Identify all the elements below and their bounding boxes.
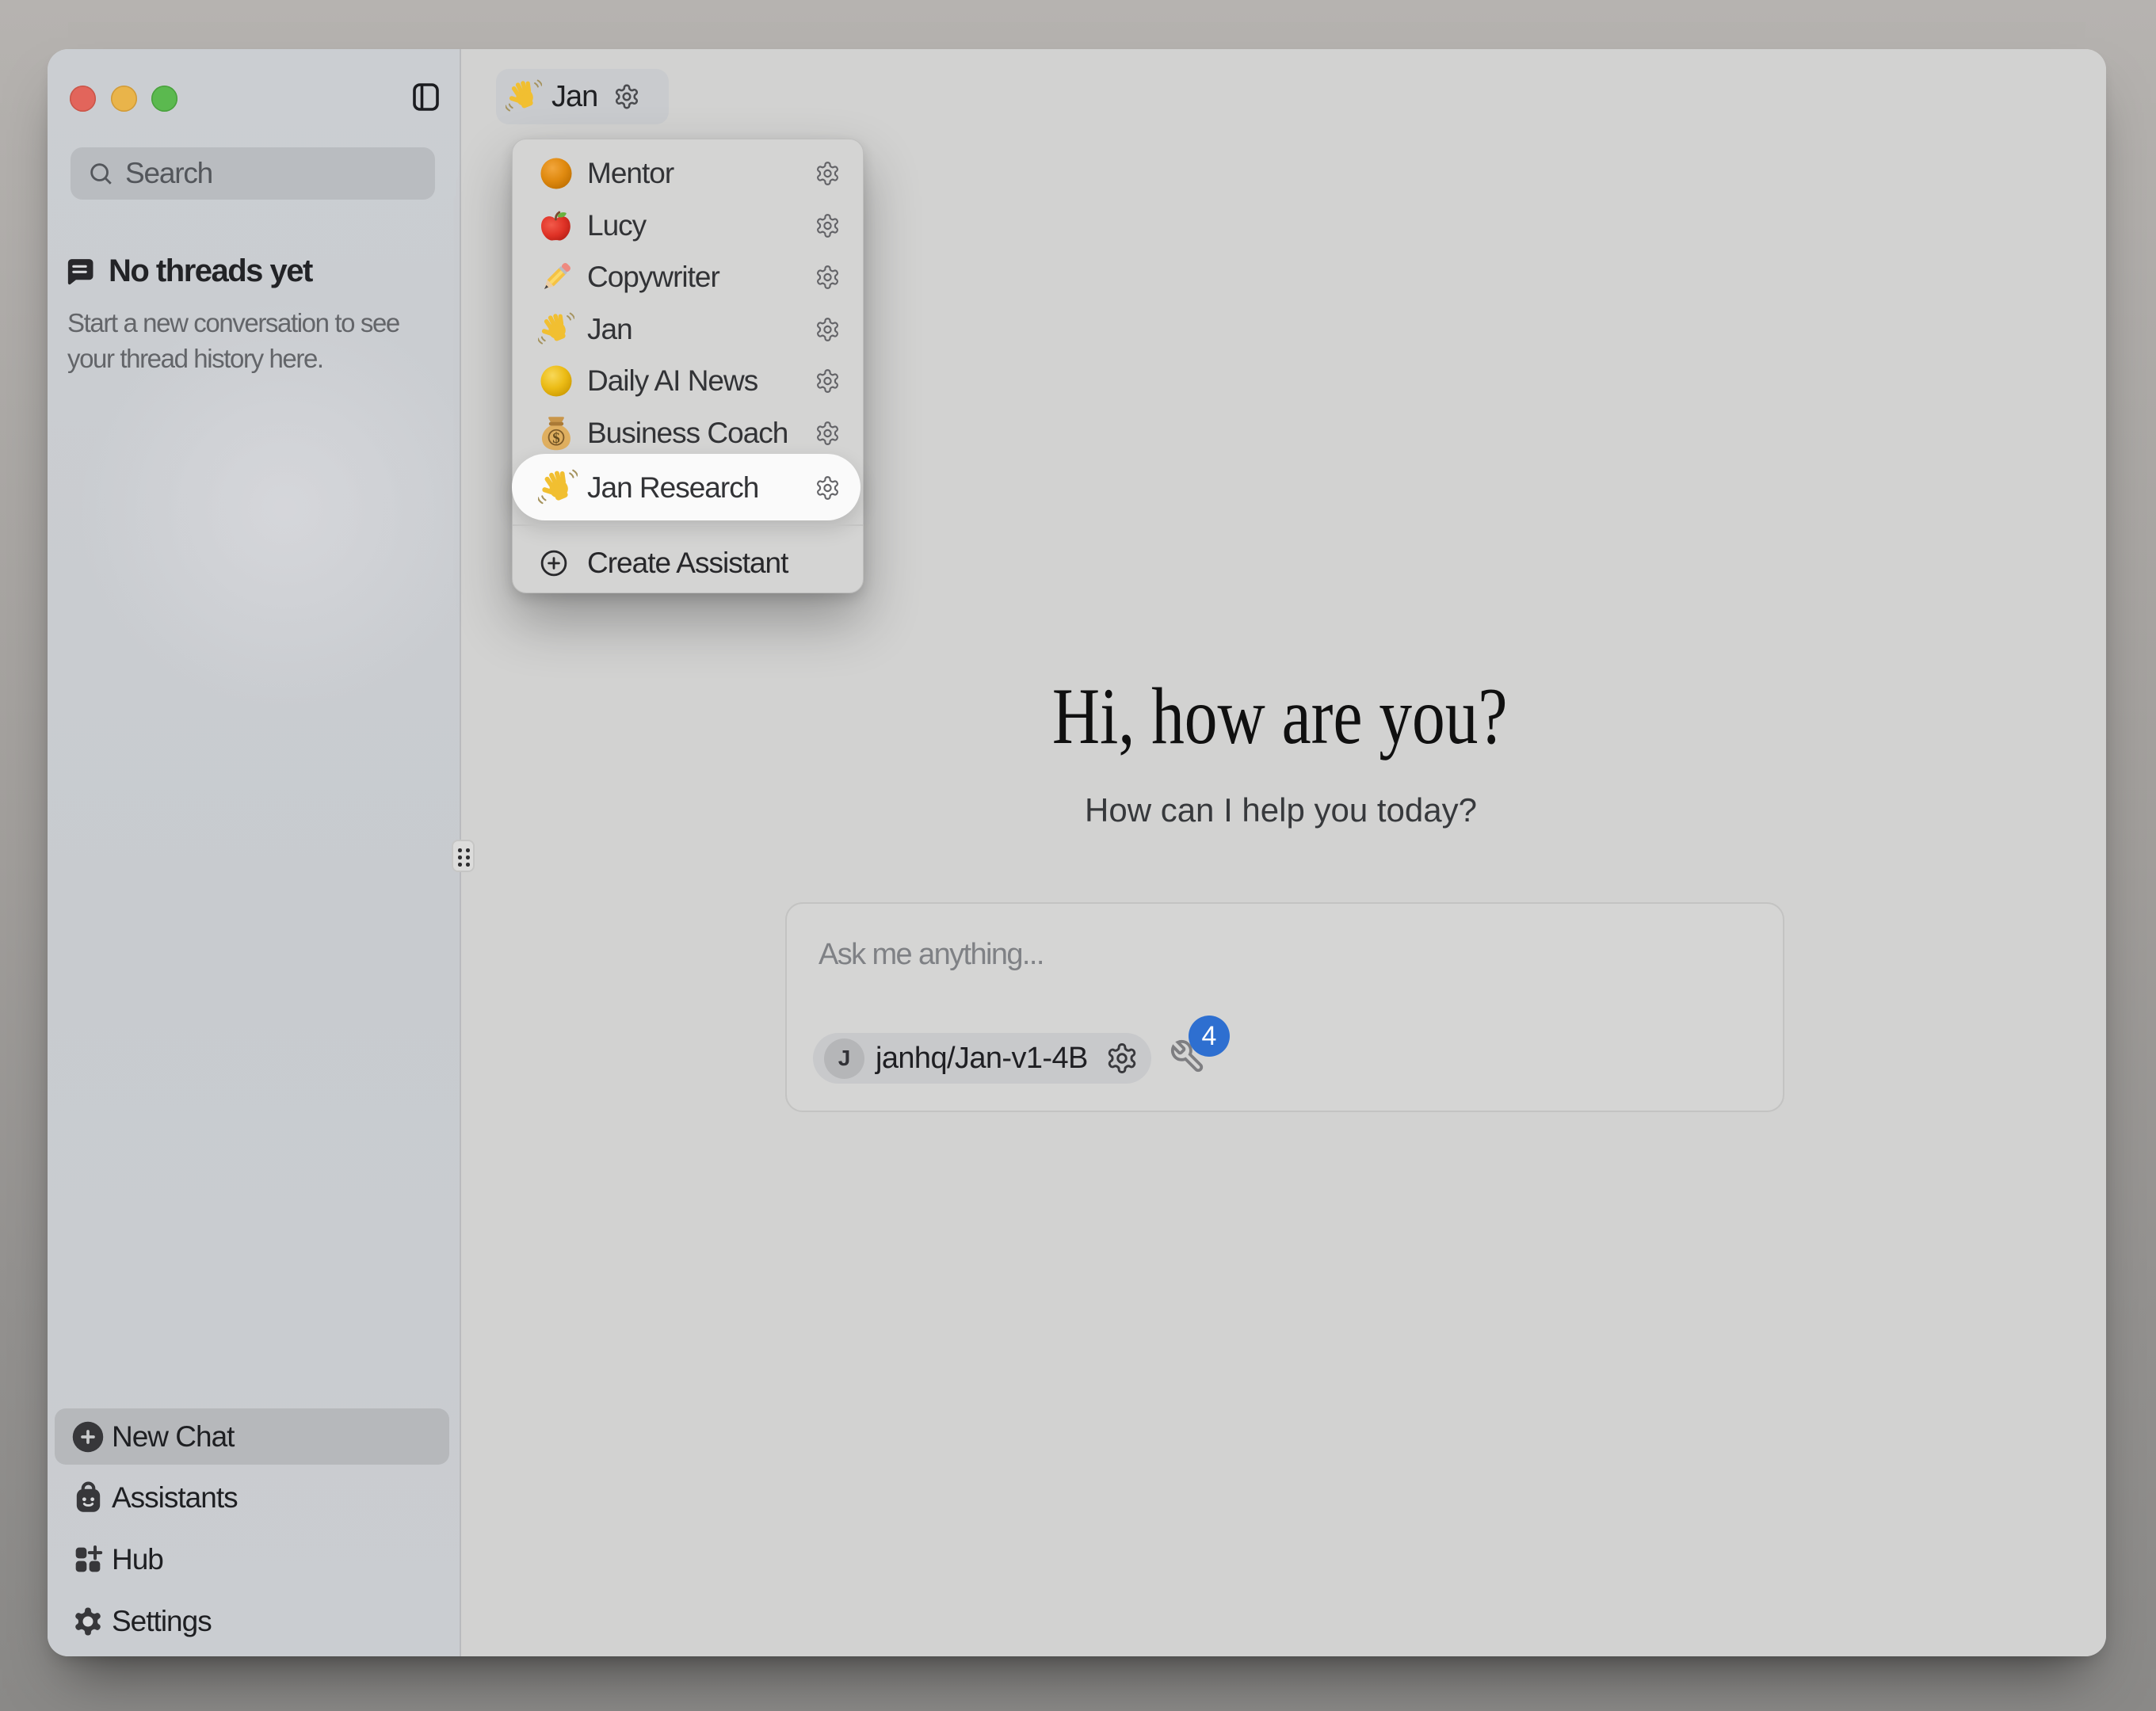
svg-text:$: $ <box>552 430 559 447</box>
